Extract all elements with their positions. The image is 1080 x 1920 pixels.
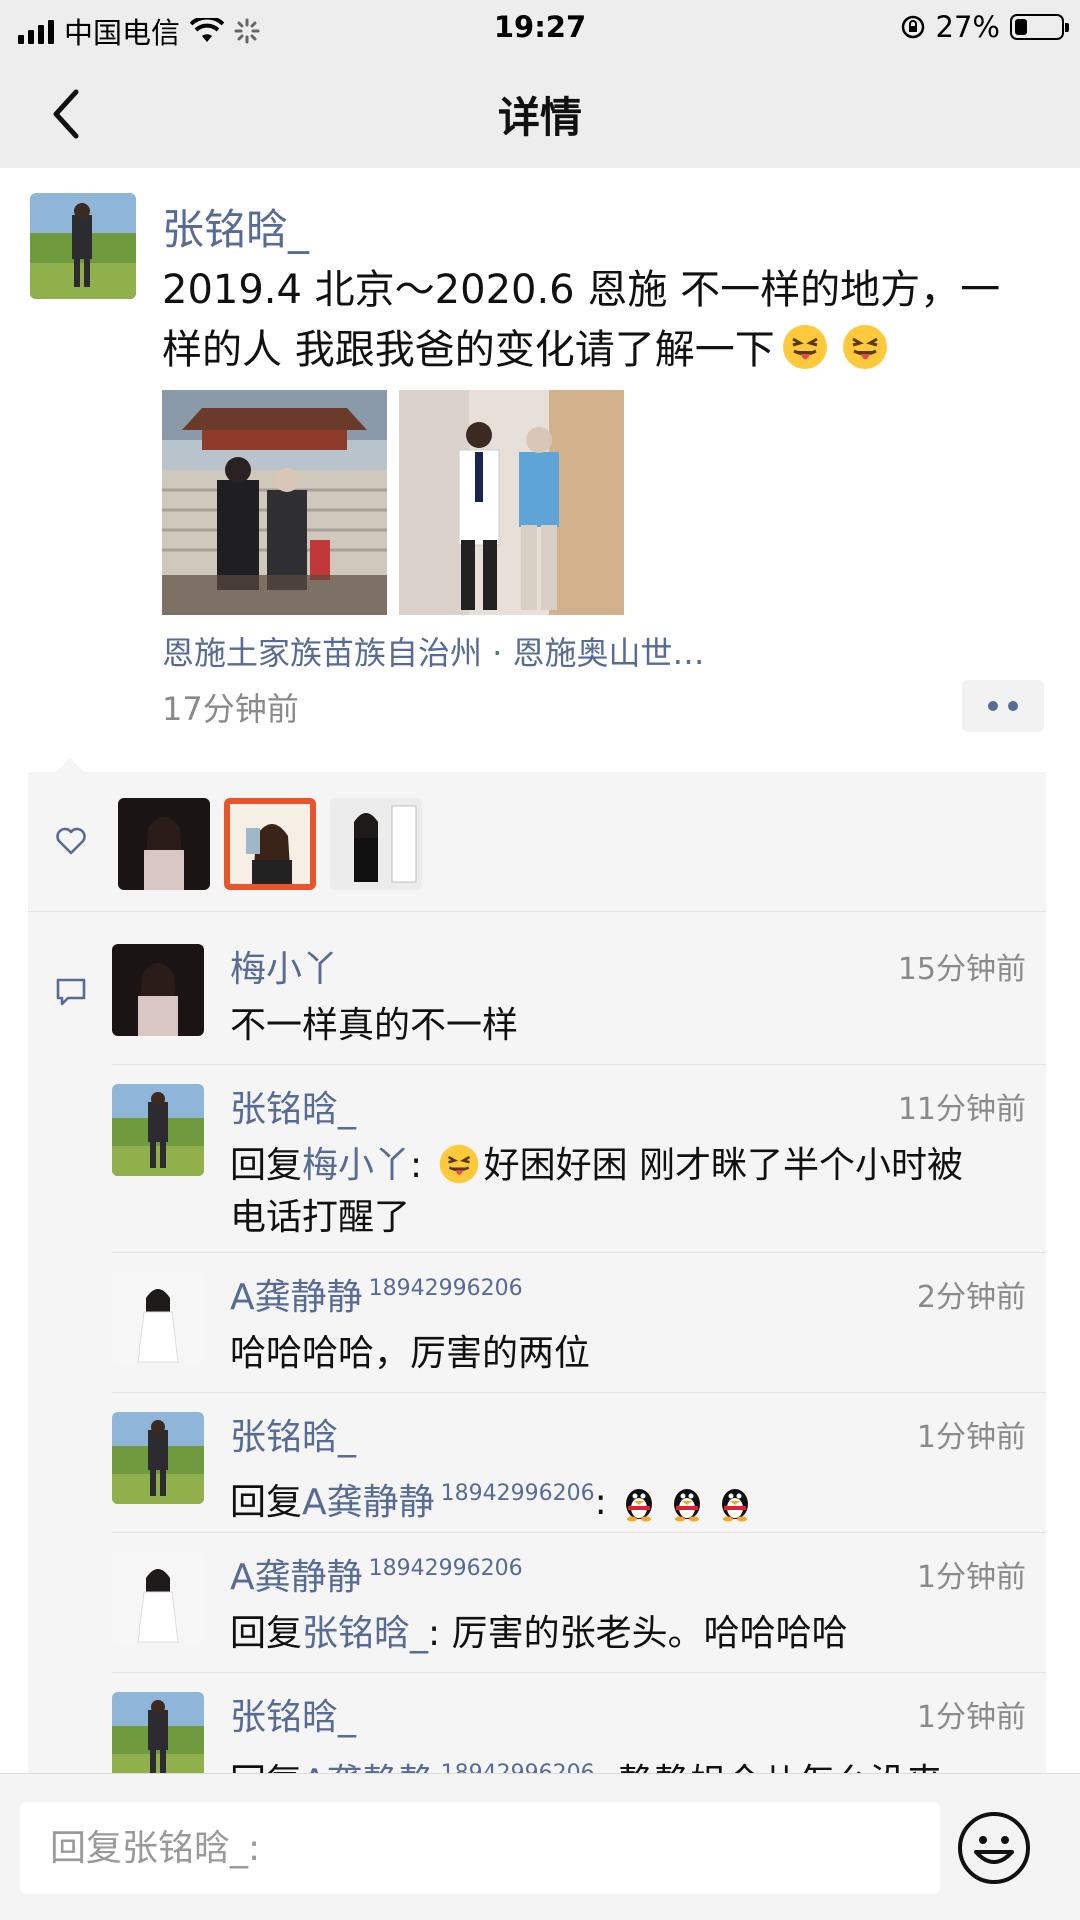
post-photo-forbidden-city[interactable]	[162, 390, 387, 615]
comment-text: 不一样真的不一样	[230, 1005, 519, 1046]
comment-time: 2分钟前	[916, 1280, 1026, 1315]
comment-text: 回复A龚静静 18942996206:	[230, 1468, 1030, 1529]
battery-percent: 27%	[935, 10, 1000, 44]
commenter-avatar[interactable]	[112, 944, 204, 1036]
commenter-name[interactable]: A龚静静 18942996206	[230, 1548, 523, 1600]
comment-text: 哈哈哈哈，厉害的两位	[230, 1333, 591, 1374]
comment-time: 15分钟前	[897, 952, 1026, 987]
reply-target[interactable]: 张铭晗_	[302, 1613, 428, 1654]
comment-time: 1分钟前	[916, 1700, 1026, 1735]
more-actions-button[interactable]	[962, 680, 1044, 732]
moments-detail-page: 中国电信 19:27 27% 详情 张铭晗_ 2019.4 北京～2020.6 …	[0, 0, 1080, 1920]
comment-time: 1分钟前	[916, 1420, 1026, 1455]
comment-item[interactable]: A龚静静 18942996206 2分钟前 哈哈哈哈，厉害的两位	[112, 1252, 1046, 1392]
commenter-avatar[interactable]	[112, 1412, 204, 1504]
interaction-panel: 梅小丫 15分钟前 不一样真的不一样 张铭晗_ 11分钟前 回复梅小丫: 好困好…	[28, 772, 1046, 1803]
tongue-emoji-icon	[782, 325, 827, 369]
commenter-name[interactable]: 张铭晗_	[230, 1408, 356, 1460]
comment-time: 11分钟前	[897, 1092, 1026, 1127]
commenter-name[interactable]: 张铭晗_	[230, 1080, 356, 1132]
commenter-avatar[interactable]	[112, 1272, 204, 1364]
commenter-name[interactable]: 张铭晗_	[230, 1688, 356, 1740]
comment-item[interactable]: A龚静静 18942996206 1分钟前 回复张铭晗_: 厉害的张老头。哈哈哈哈	[112, 1532, 1046, 1672]
comment-icon	[56, 978, 86, 1006]
battery-icon	[1010, 14, 1069, 40]
comment-item[interactable]: 梅小丫 15分钟前 不一样真的不一样	[112, 944, 1046, 1064]
moment-post: 张铭晗_ 2019.4 北京～2020.6 恩施 不一样的地方，一 样的人 我跟…	[0, 168, 1080, 1803]
reply-target[interactable]: A龚静静	[302, 1482, 435, 1523]
comment-item[interactable]: 张铭晗_ 11分钟前 回复梅小丫: 好困好困 刚才眯了半个小时被 电话打醒了	[112, 1064, 1046, 1252]
heart-icon	[56, 827, 86, 855]
commenter-avatar[interactable]	[112, 1552, 204, 1644]
commenter-name[interactable]: A龚静静 18942996206	[230, 1268, 523, 1320]
comment-text: 回复张铭晗_: 厉害的张老头。哈哈哈哈	[230, 1613, 848, 1654]
author-name[interactable]: 张铭晗_	[162, 196, 309, 257]
penguin-emoji-icon	[722, 1489, 749, 1522]
tongue-emoji-icon	[842, 325, 887, 369]
comments-caret	[56, 758, 84, 772]
status-bar: 中国电信 19:27 27%	[0, 0, 1080, 56]
page-title: 详情	[497, 93, 582, 142]
comment-time: 1分钟前	[916, 1560, 1026, 1595]
liker-avatar[interactable]	[118, 798, 210, 890]
reply-target[interactable]: 梅小丫	[302, 1145, 410, 1186]
reply-input[interactable]	[20, 1802, 940, 1894]
commenter-name[interactable]: 梅小丫	[230, 940, 338, 992]
post-photo-indoor[interactable]	[399, 390, 624, 615]
tongue-emoji-icon	[439, 1144, 478, 1184]
reply-bar	[0, 1773, 1080, 1920]
emoji-picker-icon[interactable]	[956, 1810, 1032, 1886]
rotation-lock-icon	[901, 15, 924, 39]
likes-row	[28, 772, 1046, 912]
comment-text: 回复梅小丫: 好困好困 刚才眯了半个小时被 电话打醒了	[230, 1144, 964, 1238]
liker-avatar[interactable]	[224, 798, 316, 890]
penguin-emoji-icon	[626, 1489, 653, 1522]
commenter-avatar[interactable]	[112, 1084, 204, 1176]
comment-item[interactable]: 张铭晗_ 1分钟前 回复A龚静静 18942996206:	[112, 1392, 1046, 1532]
liker-avatar[interactable]	[330, 798, 422, 890]
penguin-emoji-icon	[674, 1489, 701, 1522]
commenter-avatar[interactable]	[112, 1692, 204, 1784]
nav-bar: 详情	[0, 56, 1080, 168]
post-text: 2019.4 北京～2020.6 恩施 不一样的地方，一 样的人 我跟我爸的变化…	[162, 267, 1001, 373]
post-time: 17分钟前	[162, 690, 299, 728]
author-avatar[interactable]	[30, 193, 136, 299]
post-location[interactable]: 恩施土家族苗族自治州 · 恩施奥山世…	[162, 628, 705, 674]
